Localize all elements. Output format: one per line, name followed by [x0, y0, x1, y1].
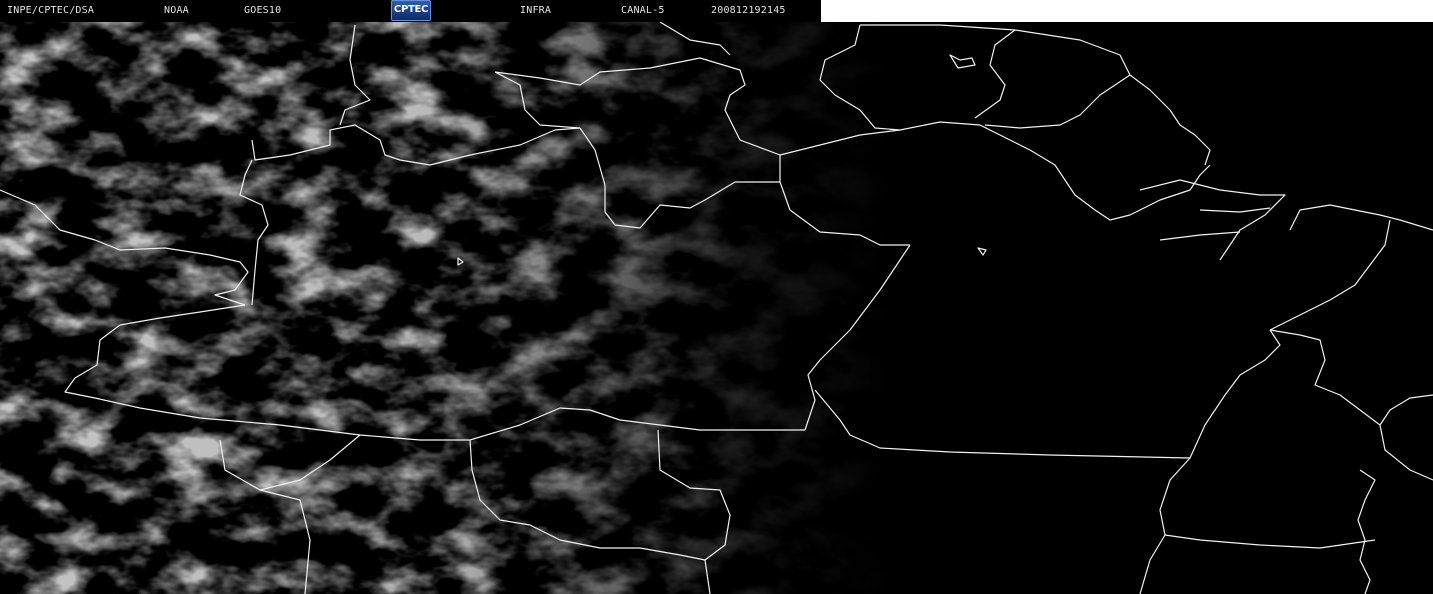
- operator-label: NOAA: [164, 5, 189, 16]
- cptec-logo: CPTEC: [391, 0, 431, 21]
- timestamp-label: 200812192145: [711, 5, 786, 16]
- logo-text: CPTEC: [393, 4, 429, 15]
- product-label: INFRA: [520, 5, 552, 16]
- header-blank-area: [821, 0, 1433, 22]
- cloud-field: [0, 22, 1433, 594]
- satellite-label: GOES10: [244, 5, 282, 16]
- image-header: INPE/CPTEC/DSA NOAA GOES10 CPTEC INFRA C…: [0, 0, 821, 22]
- agency-label: INPE/CPTEC/DSA: [7, 5, 95, 16]
- satellite-image: [0, 21, 1433, 594]
- channel-label: CANAL-5: [621, 5, 665, 16]
